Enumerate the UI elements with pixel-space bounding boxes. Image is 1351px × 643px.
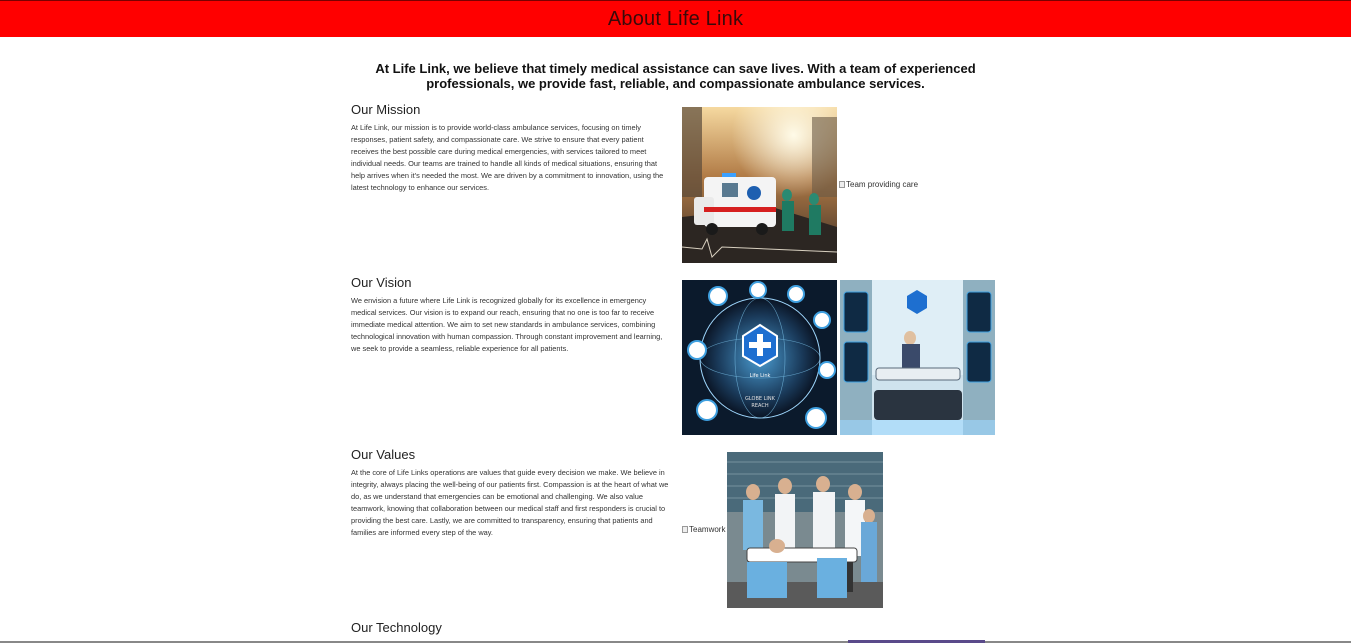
vision-text: We envision a future where Life Link is … (351, 296, 663, 353)
ambulance-image (682, 107, 837, 263)
teamwork-broken-image: Teamwork (682, 525, 725, 534)
page-header: About Life Link (0, 0, 1351, 37)
team-care-broken-image: Team providing care (839, 180, 918, 189)
team-care-alt-text: Team providing care (846, 180, 919, 189)
intro-text: At Life Link, we believe that timely med… (375, 61, 976, 91)
mission-text: At Life Link, our mission is to provide … (351, 123, 664, 192)
teamwork-alt-text: Teamwork (689, 525, 726, 534)
values-section: Our Values At the core of Life Links ope… (351, 447, 1001, 539)
values-title: Our Values (351, 447, 416, 462)
globe-image: Life Link GLOBE LINK REACH (682, 280, 837, 435)
medical-team-image (727, 452, 883, 608)
globe-link-text: GLOBE LINK (745, 396, 776, 402)
ambulance-interior-image (840, 280, 995, 435)
globe-logo-text: Life Link (750, 373, 771, 379)
globe-reach-text: REACH (751, 403, 768, 409)
broken-image-icon (682, 526, 688, 533)
page-title: About Life Link (607, 7, 744, 30)
technology-section: Our Technology (351, 620, 1001, 640)
mission-title: Our Mission (351, 102, 421, 117)
technology-title: Our Technology (351, 620, 442, 635)
broken-image-icon (839, 181, 845, 188)
values-text: At the core of Life Links operations are… (351, 468, 669, 537)
